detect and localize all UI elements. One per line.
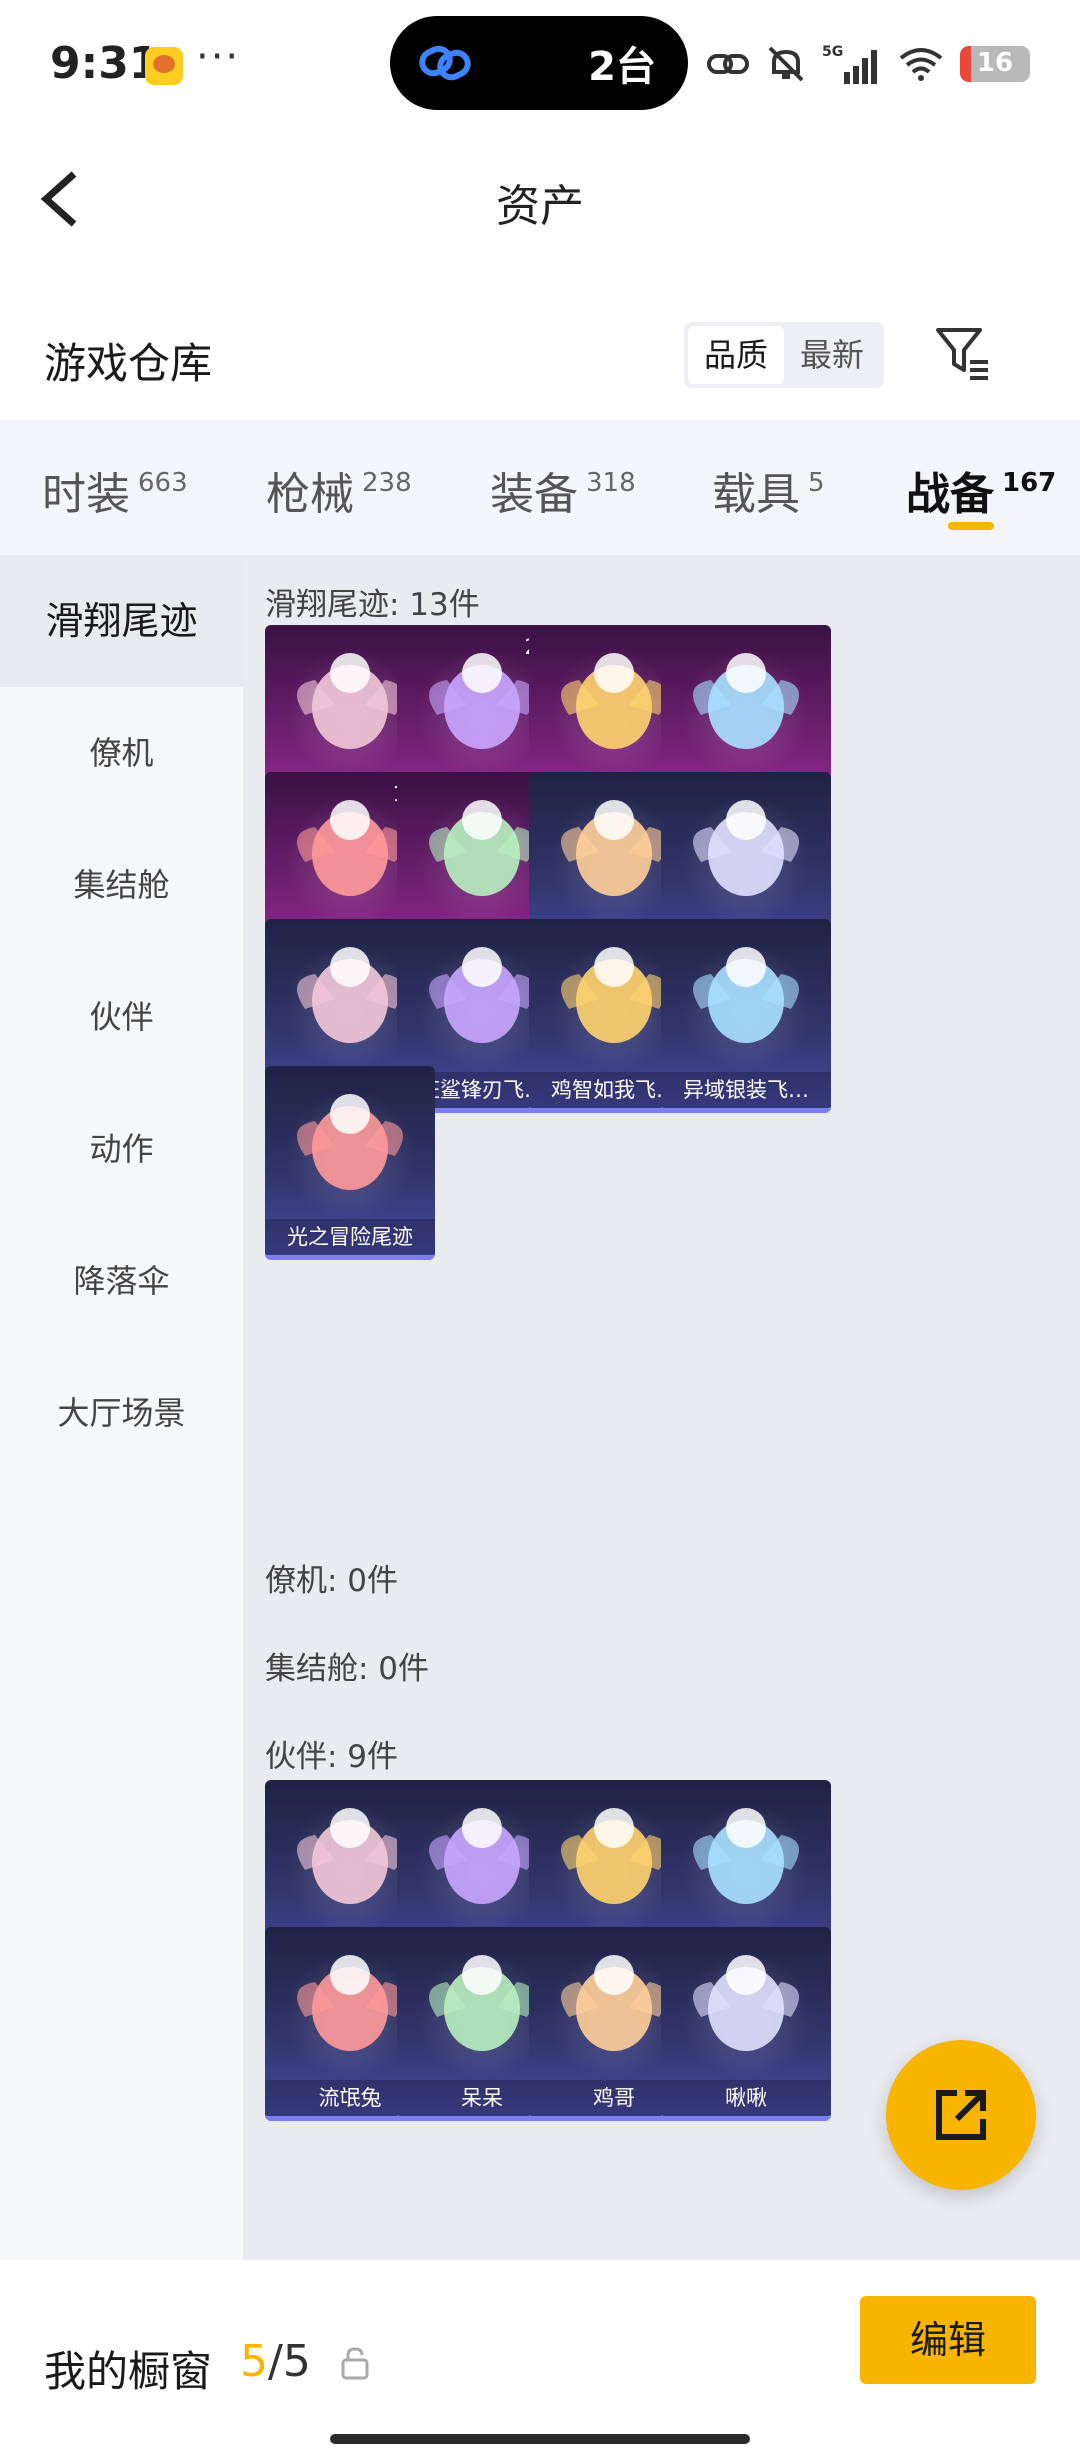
signal-5g-icon: 5G <box>822 44 877 84</box>
sidebar-item-glide-trail[interactable]: 滑翔尾迹 <box>0 555 243 687</box>
mute-icon <box>768 46 804 82</box>
edit-button[interactable]: 编辑 <box>860 2296 1036 2384</box>
section-title-wingman: 僚机: 0件 <box>265 1563 399 1599</box>
category-tabs: 时装 663 枪械 238 装备 318 载具 5 战备 167 <box>0 420 1080 555</box>
external-link-icon <box>936 2090 986 2140</box>
showcase-bar: 我的橱窗 5/5 编辑 <box>0 2260 1080 2460</box>
app-notification-icon <box>145 47 183 85</box>
sidebar-item-wingman[interactable]: 僚机 <box>0 687 243 819</box>
home-indicator[interactable] <box>330 2434 750 2444</box>
dragon-glider-icon <box>693 653 799 749</box>
sort-newest-option[interactable]: 最新 <box>784 326 880 384</box>
battery-icon: 16 <box>960 46 1030 82</box>
sidebar-item-lobby-scene[interactable]: 大厅场景 <box>0 1347 243 1479</box>
active-tab-indicator <box>948 522 994 530</box>
item-card[interactable]: 啾啾 <box>661 1927 831 2121</box>
sidebar-item-parachute[interactable]: 降落伞 <box>0 1215 243 1347</box>
sort-quality-option[interactable]: 品质 <box>688 326 784 384</box>
sidebar-item-partner[interactable]: 伙伴 <box>0 951 243 1083</box>
top-nav: 资产 <box>0 120 1080 275</box>
page-title: 资产 <box>496 181 584 232</box>
warehouse-title: 游戏仓库 <box>44 339 213 388</box>
island-status-text: 2台 <box>588 44 656 90</box>
lock-icon <box>341 2347 369 2380</box>
silver-wing-glider-icon <box>693 947 799 1043</box>
svg-text:5G: 5G <box>822 44 843 60</box>
wasteland-flame-glider-icon <box>693 800 799 896</box>
section-title-glide: 滑翔尾迹: 13件 <box>265 587 480 623</box>
share-fab[interactable] <box>886 2040 1036 2190</box>
item-name: 异域银装飞… <box>661 1072 831 1108</box>
bird-partner-icon <box>693 1955 799 2051</box>
filter-icon[interactable] <box>934 324 992 382</box>
showcase-count: 5/5 <box>240 2336 311 2387</box>
status-time: 9:31 <box>50 38 160 89</box>
sidebar-item-capsule[interactable]: 集结舱 <box>0 819 243 951</box>
subcategory-sidebar: 滑翔尾迹 僚机 集结舱 伙伴 动作 降落伞 大厅场景 <box>0 555 243 2260</box>
tab-combat-gear[interactable]: 战备 167 <box>906 458 1056 522</box>
tab-firearms[interactable]: 枪械 238 <box>266 458 412 522</box>
beaver-partner-icon <box>693 1808 799 1904</box>
dynamic-island[interactable]: 2台 <box>390 16 688 110</box>
tab-fashion[interactable]: 时装 663 <box>42 458 188 522</box>
status-bar: 9:31 ··· 2台 5G 16 <box>0 0 1080 120</box>
item-card[interactable]: 光之冒险尾迹 <box>265 1066 435 1260</box>
link-icon <box>419 45 471 81</box>
item-card[interactable]: 异域银装飞… <box>661 919 831 1113</box>
sidebar-item-emote[interactable]: 动作 <box>0 1083 243 1215</box>
tab-vehicles[interactable]: 载具 5 <box>712 458 825 522</box>
showcase-label: 我的橱窗 <box>44 2347 213 2396</box>
sort-toggle: 品质 最新 <box>684 322 884 388</box>
item-name: 啾啾 <box>661 2080 831 2116</box>
item-grid-area[interactable]: 滑翔尾迹: 13件 告白纸鹤飞…2级暮色之舞飞…提桶跑路飞…灵珠游龙飞…1级超新… <box>243 555 1080 2260</box>
status-icons: 5G 16 <box>706 40 1030 88</box>
section-title-capsule: 集结舱: 0件 <box>265 1651 430 1687</box>
wifi-icon <box>899 48 943 81</box>
smoke-trail-icon <box>297 1094 403 1190</box>
section-title-partner: 伙伴: 9件 <box>265 1739 399 1775</box>
item-name: 光之冒险尾迹 <box>265 1219 435 1255</box>
tab-equipment[interactable]: 装备 318 <box>490 458 636 522</box>
more-notifications-icon: ··· <box>196 34 241 80</box>
link-status-icon <box>707 54 749 74</box>
